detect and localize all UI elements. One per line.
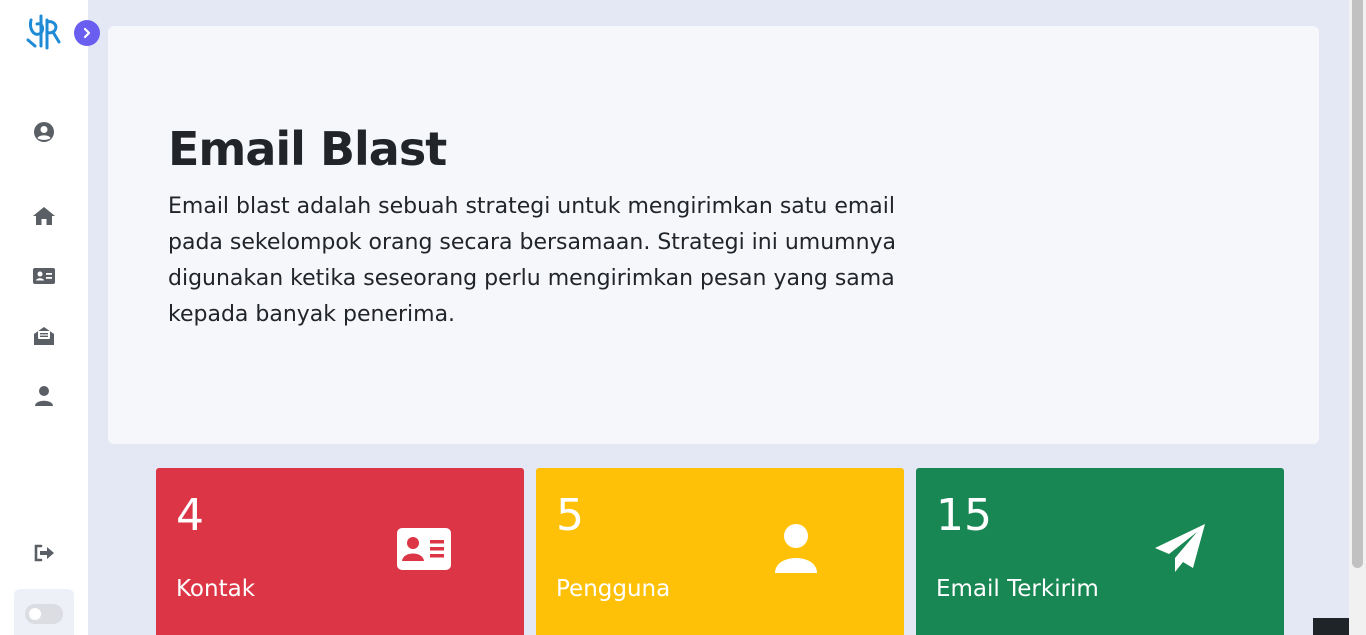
dp-logo-icon bbox=[26, 14, 61, 50]
stat-label: Pengguna bbox=[556, 576, 671, 602]
sidebar-toggle-button[interactable] bbox=[74, 20, 100, 46]
theme-toggle-knob bbox=[29, 608, 41, 620]
sign-out-icon bbox=[34, 544, 54, 562]
sidebar bbox=[0, 0, 100, 635]
user-icon bbox=[35, 386, 53, 406]
brand-logo[interactable] bbox=[25, 12, 63, 52]
nav-profile[interactable] bbox=[32, 120, 56, 144]
nav-home[interactable] bbox=[32, 204, 56, 228]
user-circle-icon bbox=[34, 122, 54, 142]
paper-plane-icon bbox=[1155, 524, 1205, 572]
stat-icon bbox=[1148, 522, 1212, 576]
stat-value: 4 bbox=[176, 490, 204, 541]
home-icon bbox=[33, 207, 55, 225]
stat-card-contacts[interactable]: 4 Kontak bbox=[156, 468, 524, 635]
contact-card-icon bbox=[397, 528, 451, 570]
user-icon bbox=[775, 524, 817, 573]
nav-contacts[interactable] bbox=[32, 264, 56, 288]
page-description: Email blast adalah sebuah strategi untuk… bbox=[168, 194, 897, 327]
hero-section: Email Blast Email blast adalah sebuah st… bbox=[108, 26, 1319, 444]
stat-icon bbox=[392, 522, 456, 576]
chevron-right-icon bbox=[83, 27, 91, 39]
scrollbar-thumb[interactable] bbox=[1352, 0, 1363, 568]
page-scrollbar[interactable] bbox=[1349, 0, 1366, 635]
stat-value: 5 bbox=[556, 490, 584, 541]
theme-toggle-container bbox=[14, 589, 74, 635]
contact-card-icon bbox=[33, 268, 55, 284]
stat-value: 15 bbox=[936, 490, 992, 541]
stat-card-emails-sent[interactable]: 15 Email Terkirim bbox=[916, 468, 1284, 635]
stat-card-users[interactable]: 5 Pengguna bbox=[536, 468, 904, 635]
nav-users[interactable] bbox=[32, 384, 56, 408]
stat-icon bbox=[764, 522, 828, 576]
nav-logout[interactable] bbox=[32, 541, 56, 565]
theme-toggle-switch[interactable] bbox=[25, 604, 63, 624]
envelope-open-icon bbox=[34, 327, 54, 345]
corner-widget bbox=[1313, 618, 1349, 635]
stat-label: Email Terkirim bbox=[936, 576, 1099, 602]
page-title: Email Blast bbox=[168, 122, 447, 176]
stat-label: Kontak bbox=[176, 576, 256, 602]
nav-email[interactable] bbox=[32, 324, 56, 348]
